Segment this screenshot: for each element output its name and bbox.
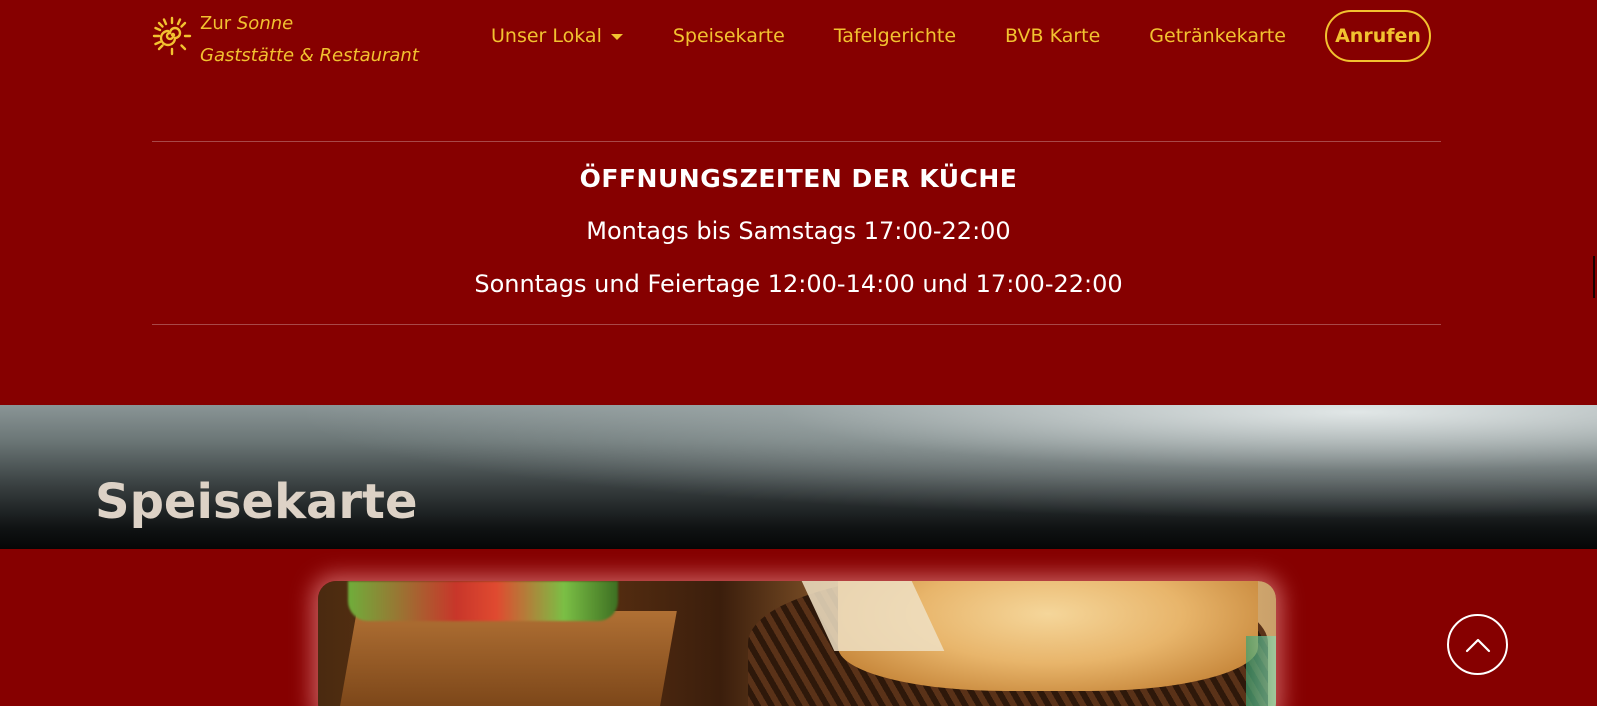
- photo-vegetables: [348, 581, 618, 621]
- nav-item-getraenkekarte[interactable]: Getränkekarte: [1149, 22, 1286, 50]
- divider: [152, 324, 1441, 325]
- brand-prefix: Zur: [200, 13, 232, 34]
- site-logo[interactable]: Zur Sonne Gaststätte & Restaurant: [152, 8, 419, 72]
- divider: [152, 141, 1441, 142]
- caret-down-icon: [610, 34, 623, 40]
- menu-section-title: Speisekarte: [95, 474, 418, 530]
- food-photo: [318, 581, 1276, 706]
- main-nav: Unser Lokal Speisekarte Tafelgerichte BV…: [491, 22, 1286, 50]
- nav-item-speisekarte[interactable]: Speisekarte: [673, 22, 785, 50]
- brand-line-1: Zur Sonne: [200, 8, 419, 40]
- site-header: Zur Sonne Gaststätte & Restaurant Unser …: [0, 0, 1597, 72]
- nav-item-unser-lokal[interactable]: Unser Lokal: [491, 22, 623, 50]
- call-button[interactable]: Anrufen: [1325, 10, 1431, 62]
- hours-sundays-holidays: Sonntags und Feiertage 12:00-14:00 und 1…: [474, 270, 1123, 298]
- brand-name: Zur Sonne Gaststätte & Restaurant: [200, 8, 419, 72]
- back-to-top-button[interactable]: [1447, 614, 1508, 675]
- nav-item-label: Unser Lokal: [491, 25, 602, 47]
- sun-icon: [152, 16, 192, 56]
- hours-title: ÖFFNUNGSZEITEN DER KÜCHE: [579, 164, 1018, 193]
- chevron-up-icon: [1465, 638, 1490, 652]
- photo-crate: [339, 611, 677, 706]
- brand-name-text: Sonne: [236, 13, 294, 34]
- photo-glass: [1246, 636, 1276, 706]
- scrollbar-thumb[interactable]: [1593, 256, 1595, 298]
- brand-tagline: Gaststätte & Restaurant: [200, 45, 419, 66]
- nav-item-tafelgerichte[interactable]: Tafelgerichte: [834, 22, 956, 50]
- nav-item-bvb-karte[interactable]: BVB Karte: [1005, 22, 1100, 50]
- hours-weekdays: Montags bis Samstags 17:00-22:00: [586, 217, 1011, 245]
